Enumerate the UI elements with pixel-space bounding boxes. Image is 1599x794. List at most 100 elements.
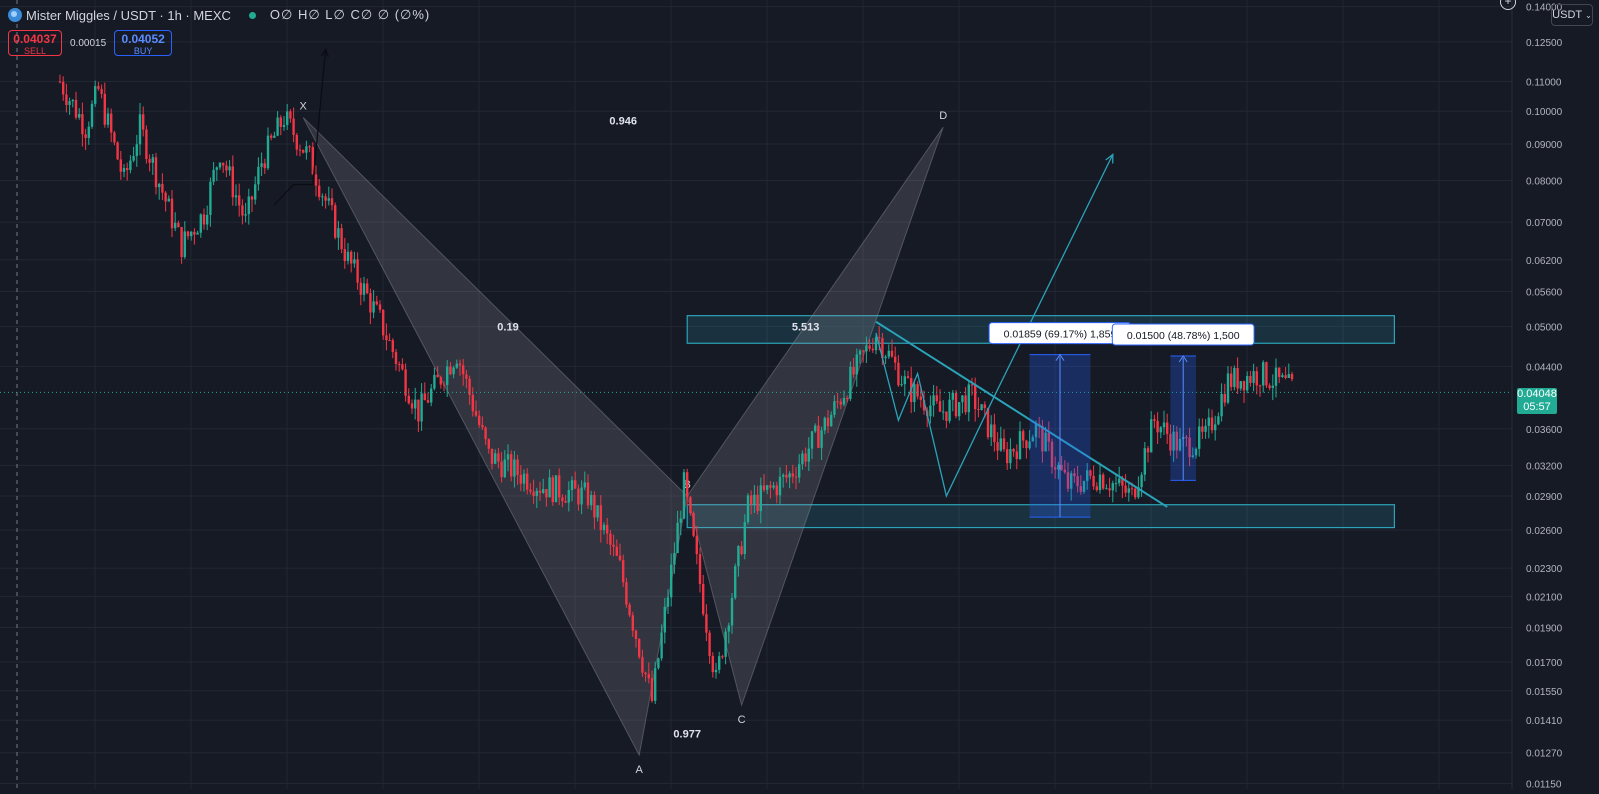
candle-body [503, 459, 506, 478]
candle-body [1201, 426, 1204, 432]
candle-body [1150, 419, 1153, 453]
candle-body [852, 366, 855, 375]
xabcd-pattern[interactable]: XABCD0.190.9460.9775.513 [300, 100, 948, 776]
candle-body [766, 485, 769, 490]
candle-body [1278, 367, 1281, 378]
price-tick-label: 0.01700 [1526, 658, 1563, 669]
candle-body [638, 639, 641, 657]
candle-body [702, 583, 705, 615]
candle-body [426, 400, 430, 403]
candle-body [1207, 417, 1210, 426]
candle-body [622, 560, 625, 583]
price-tick-label: 0.01900 [1526, 623, 1563, 634]
candle-body [740, 546, 743, 555]
candle-body [618, 555, 622, 561]
candle-body [196, 232, 199, 235]
candle-body [452, 367, 455, 375]
chart-area[interactable]: XABCD0.190.9460.9775.513 0.01859 (69.17%… [0, 0, 1599, 791]
candle-body [548, 477, 551, 498]
candle-body [711, 656, 714, 673]
candle-body [1252, 371, 1255, 383]
price-tick-label: 0.02100 [1526, 592, 1563, 603]
currency-select[interactable]: USDT ⌄ [1551, 4, 1593, 26]
candle-body [241, 205, 244, 216]
candle-body [247, 196, 250, 215]
candle-body [238, 195, 241, 206]
candle-body [890, 350, 894, 357]
candle-body [865, 345, 868, 352]
candle-body [132, 155, 135, 161]
candle-body [353, 259, 356, 264]
candle-body [65, 94, 68, 105]
candle-body [145, 129, 148, 160]
candle-body [833, 401, 836, 415]
bar-countdown: 05:57 [1523, 401, 1551, 413]
candle-body [1156, 420, 1159, 433]
candle-body [433, 374, 436, 389]
candle-body [1290, 374, 1294, 380]
candle-body [446, 366, 449, 386]
candle-body [746, 495, 750, 523]
candle-body [698, 554, 702, 584]
candle-body [1233, 367, 1236, 387]
sell-button[interactable]: 0.04037 SELL [8, 30, 62, 56]
candle-body [142, 114, 145, 130]
candle-body [362, 283, 366, 295]
candle-body [567, 490, 570, 503]
candle-body [1162, 422, 1166, 428]
candle-body [932, 395, 935, 406]
candle-body [983, 404, 986, 408]
candle-body [186, 231, 190, 237]
candle-body [276, 117, 279, 136]
candle-body [270, 135, 273, 138]
candle-body [631, 615, 634, 631]
candle-body [625, 582, 628, 605]
candle-body [234, 195, 238, 198]
candle-body [647, 674, 650, 679]
candle-body [170, 198, 174, 229]
candle-body [1127, 488, 1130, 493]
buy-button[interactable]: 0.04052 BUY [114, 30, 173, 56]
candle-body [305, 146, 308, 153]
candle-body [378, 304, 382, 310]
candle-body [366, 283, 369, 294]
candle-body [775, 485, 778, 496]
price-tick-label: 0.09000 [1526, 140, 1563, 151]
pattern-triangle [302, 117, 688, 757]
candle-body [951, 392, 954, 400]
pattern-point-label: C [738, 714, 746, 726]
price-chart[interactable]: XABCD0.190.9460.9775.513 0.01859 (69.17%… [0, 0, 1599, 791]
candle-body [177, 222, 180, 228]
candle-body [1015, 451, 1018, 459]
candle-body [1111, 483, 1114, 491]
candle-body [94, 86, 97, 104]
candle-body [1140, 474, 1143, 488]
coin-logo-icon [8, 8, 22, 22]
candle-body [538, 490, 542, 493]
candle-body [980, 404, 983, 411]
candle-body [1006, 449, 1009, 464]
candle-body [126, 168, 129, 170]
candle-body [222, 162, 225, 166]
candle-body [772, 485, 775, 488]
candle-body [372, 301, 375, 313]
candle-body [996, 442, 999, 451]
candle-body [1230, 373, 1233, 387]
last-price-label: 0.04048 05:57 [1517, 388, 1557, 414]
candle-body [190, 231, 193, 237]
candle-body [682, 472, 686, 519]
candle-body [158, 183, 161, 188]
measure-label: 0.01859 (69.17%) 1,859 [1004, 329, 1117, 341]
candle-body [654, 668, 657, 701]
candle-body [1226, 373, 1230, 403]
candle-body [295, 135, 298, 150]
symbol-title[interactable]: Mister Miggles / USDT · 1h · MEXC [26, 8, 231, 23]
candle-body [948, 399, 951, 421]
candle-body [580, 487, 583, 505]
spread-value: 0.00015 [70, 37, 107, 49]
candle-body [455, 363, 458, 368]
candle-body [122, 168, 126, 172]
pattern-triangle [686, 126, 944, 707]
candle-body [705, 614, 708, 633]
candle-body [958, 402, 961, 417]
